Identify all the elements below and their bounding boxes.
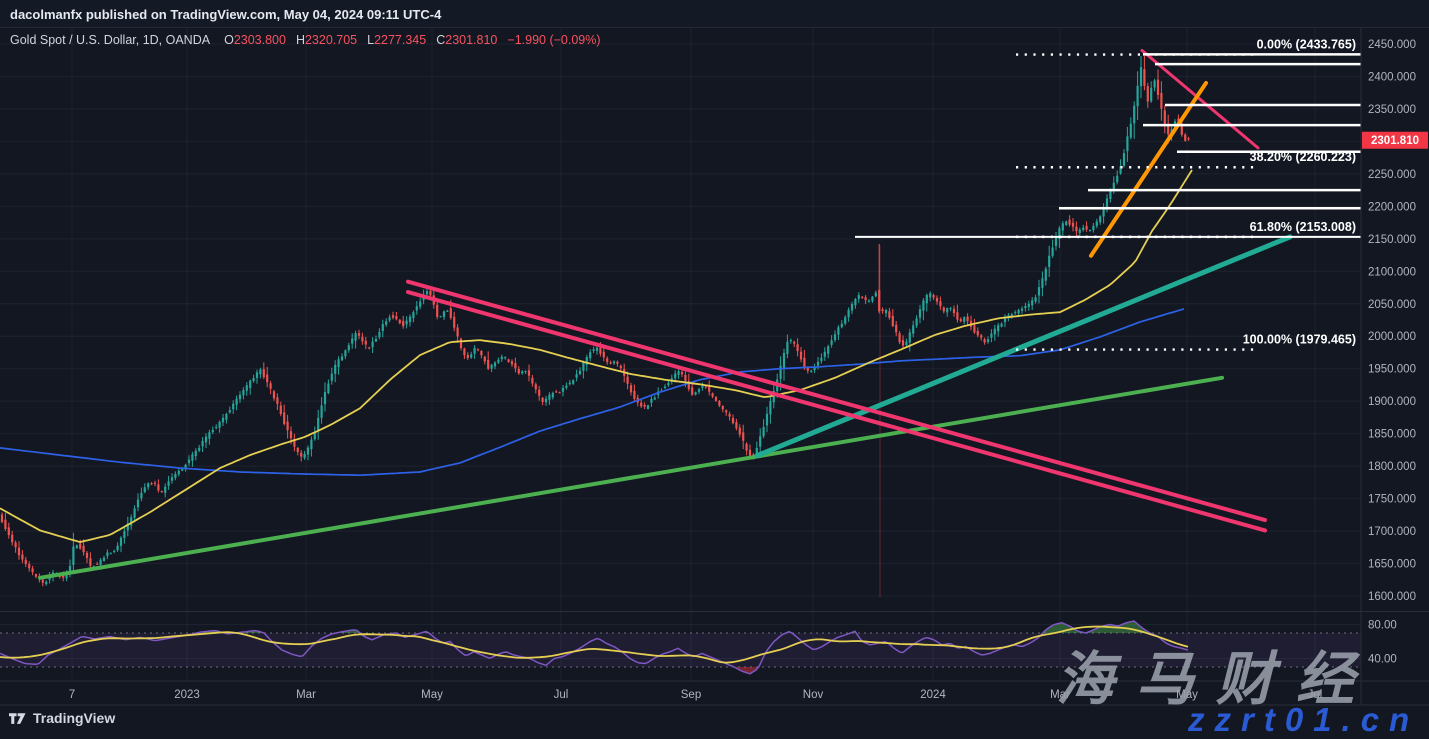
publish-banner: dacolmanfx published on TradingView.com,… [0,0,1429,28]
symbol-legend: Gold Spot / U.S. Dollar, 1D, OANDA O2303.… [10,33,601,47]
symbol-title: Gold Spot / U.S. Dollar, 1D, OANDA [10,33,210,47]
tradingview-published-chart: 0.00% (2433.765) 38.20% (2260.223) 61.80% … [0,0,1429,739]
price-tick-label: 2100.000 [1368,266,1416,278]
price-tick-label: 1950.000 [1368,364,1416,376]
price-tick-label: 2450.000 [1368,39,1416,51]
last-price-badge: 2301.810 [1362,132,1428,149]
ohlc-item: L2277.345 [367,33,426,47]
time-tick-label: Jul [554,689,569,701]
time-tick-label: 7 [69,689,75,701]
price-tick-label: 1600.000 [1368,591,1416,603]
price-tick-label: 2350.000 [1368,104,1416,116]
fib-level-label: 0.00% (2433.765) [1257,38,1356,52]
ohlc-item: O2303.800 [224,33,286,47]
fib-level-label: 61.80% (2153.008) [1250,220,1356,234]
price-tick-label: 2050.000 [1368,299,1416,311]
price-tick-label: 2150.000 [1368,234,1416,246]
price-tick-label: 1800.000 [1368,461,1416,473]
watermark-site: zzrt01.cn [1188,701,1419,739]
resistance-levels-layer [855,54,1361,236]
time-tick-label: Mar [296,689,316,701]
time-tick-label: Nov [803,689,824,701]
time-tick-label: 2024 [920,689,946,701]
publish-banner-text: dacolmanfx published on TradingView.com,… [10,7,441,22]
rsi-tick-label: 80.00 [1368,620,1397,632]
price-tick-label: 2000.000 [1368,331,1416,343]
fib-level-label: 100.00% (1979.465) [1243,333,1356,347]
moving-averages-layer [0,170,1192,542]
candlestick-layer [1,56,1190,587]
ohlc-item: C2301.810 [436,33,497,47]
price-tick-label: 1650.000 [1368,559,1416,571]
time-tick-label: May [421,689,443,701]
ohlc-item: H2320.705 [296,33,357,47]
change-value: −1.990 (−0.09%) [507,33,600,47]
fib-level-label: 38.20% (2260.223) [1250,150,1356,164]
tradingview-icon [9,709,26,726]
fib-retracement-layer: 0.00% (2433.765) 38.20% (2260.223) 61.80% … [1016,38,1356,350]
chart-canvas[interactable]: 0.00% (2433.765) 38.20% (2260.223) 61.80% … [0,0,1429,739]
support-trendline-green [40,378,1222,578]
ohlc-values: O2303.800 H2320.705 L2277.345 C2301.810 [224,33,507,47]
price-tick-label: 1750.000 [1368,494,1416,506]
price-tick-label: 2400.000 [1368,71,1416,83]
last-price-label: 2301.810 [1371,135,1419,147]
tradingview-wordmark: TradingView [33,710,115,726]
price-tick-label: 1700.000 [1368,526,1416,538]
time-tick-label: 2023 [174,689,200,701]
time-tick-label: Sep [681,689,701,701]
price-tick-label: 1900.000 [1368,396,1416,408]
price-tick-label: 1850.000 [1368,429,1416,441]
tradingview-logo[interactable]: TradingView [9,709,115,726]
price-tick-label: 2250.000 [1368,169,1416,181]
price-tick-label: 2200.000 [1368,201,1416,213]
uptrend-line-teal [757,237,1290,456]
